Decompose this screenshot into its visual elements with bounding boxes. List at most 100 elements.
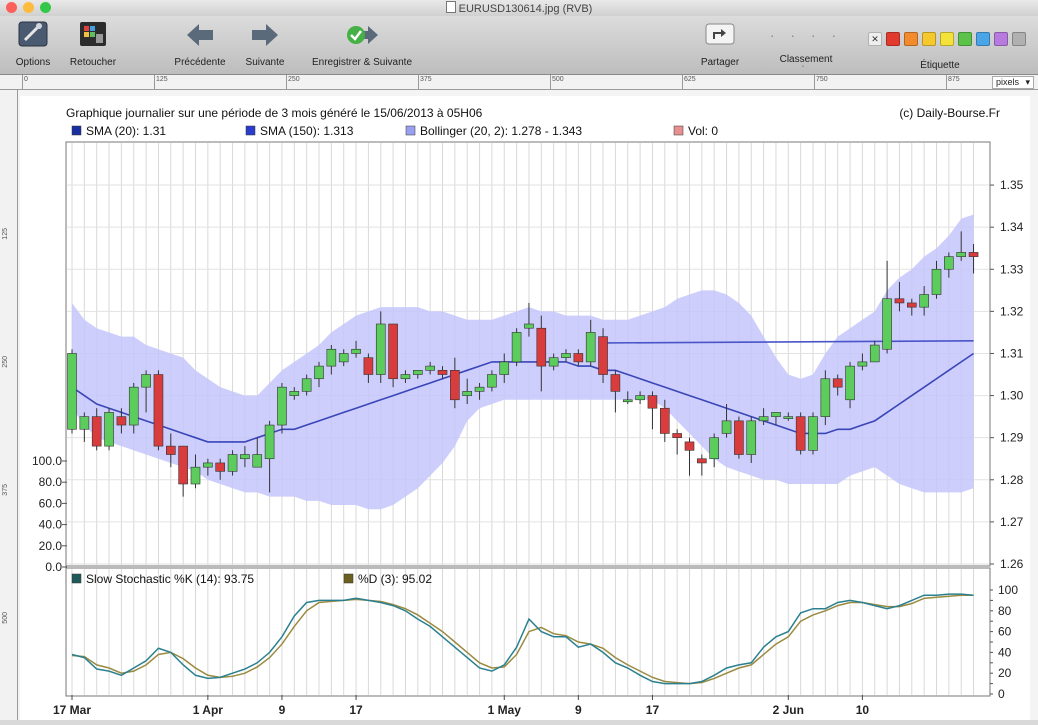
candle-up bbox=[585, 332, 596, 363]
oscillator-axis-label: 80 bbox=[998, 604, 1012, 618]
candle-down bbox=[610, 374, 621, 392]
oscillator-axis-label: 0 bbox=[998, 687, 1005, 701]
oscillator-axis-label: 60 bbox=[998, 625, 1012, 639]
ruler-tick-label: 0 bbox=[24, 76, 28, 83]
candle-down bbox=[684, 441, 695, 451]
candle-up bbox=[462, 391, 473, 396]
date-axis-label: 1 Apr bbox=[193, 703, 224, 717]
stock-chart: Graphique journalier sur une période de … bbox=[20, 96, 1030, 725]
legend-label: Vol: 0 bbox=[688, 124, 718, 138]
candle-up bbox=[326, 348, 337, 367]
date-axis-label: 2 Jun bbox=[773, 703, 804, 717]
ruler-tick bbox=[682, 75, 683, 89]
candle-up bbox=[240, 454, 250, 460]
next-button[interactable]: Suivante bbox=[236, 20, 294, 68]
date-axis-label: 10 bbox=[856, 703, 870, 717]
stoch-d-swatch bbox=[343, 573, 354, 584]
candle-up bbox=[141, 374, 151, 388]
retouch-icon bbox=[80, 22, 106, 46]
candle-up bbox=[301, 378, 312, 392]
clear-tag-icon[interactable]: ✕ bbox=[868, 32, 882, 46]
ruler-tick bbox=[22, 75, 23, 89]
chart-title: Graphique journalier sur une période de … bbox=[66, 106, 483, 120]
price-axis-label: 1.29 bbox=[1000, 431, 1024, 445]
candle-down bbox=[215, 462, 225, 472]
price-axis-label: 1.28 bbox=[1000, 473, 1024, 487]
candle-up bbox=[758, 416, 769, 422]
color-tag-1[interactable] bbox=[886, 32, 900, 46]
candle-down bbox=[647, 395, 658, 409]
price-axis-label: 1.35 bbox=[1000, 178, 1024, 192]
ruler-tick-label: 500 bbox=[552, 76, 564, 83]
candle-up bbox=[709, 437, 720, 460]
rating-control[interactable]: · · · · · Classement bbox=[760, 20, 852, 73]
candle-up bbox=[412, 370, 423, 375]
candle-down bbox=[437, 370, 448, 375]
window-title: EURUSD130614.jpg (RVB) bbox=[0, 1, 1038, 15]
arrow-right-icon bbox=[252, 24, 278, 46]
candle-up bbox=[499, 361, 510, 375]
image-canvas: Graphique journalier sur une période de … bbox=[18, 90, 1038, 725]
ruler-tick-label: 625 bbox=[684, 76, 696, 83]
candle-up bbox=[882, 298, 892, 350]
candle-up bbox=[252, 454, 263, 468]
candle-down bbox=[968, 252, 979, 257]
candle-up bbox=[808, 416, 818, 451]
date-axis-label: 17 bbox=[349, 703, 363, 717]
volume-axis-label: 80.0 bbox=[39, 475, 63, 489]
candle-up bbox=[771, 412, 781, 417]
legend-swatch bbox=[405, 125, 416, 136]
candle-up bbox=[622, 399, 633, 403]
price-axis-label: 1.30 bbox=[1000, 389, 1024, 403]
chevron-down-icon: ▾ bbox=[1025, 77, 1030, 87]
date-axis-label: 9 bbox=[279, 703, 286, 717]
color-tag-2[interactable] bbox=[904, 32, 918, 46]
ruler-tick-label: 750 bbox=[816, 76, 828, 83]
share-icon bbox=[705, 23, 735, 45]
color-tag-8[interactable] bbox=[1012, 32, 1026, 46]
ruler-tick bbox=[418, 75, 419, 89]
candle-down bbox=[906, 302, 917, 308]
candle-up bbox=[227, 454, 238, 472]
color-tag-4[interactable] bbox=[940, 32, 954, 46]
candle-up bbox=[919, 294, 929, 308]
candle-down bbox=[573, 353, 584, 363]
candle-up bbox=[203, 462, 213, 468]
previous-button[interactable]: Précédente bbox=[168, 20, 232, 68]
color-tag-7[interactable] bbox=[994, 32, 1008, 46]
price-axis-label: 1.33 bbox=[1000, 262, 1024, 276]
arrow-left-icon bbox=[187, 24, 213, 46]
candle-up bbox=[375, 323, 386, 375]
candle-up bbox=[79, 416, 90, 430]
tag-label: Étiquette bbox=[920, 60, 960, 71]
rating-dots: · · · · · bbox=[769, 27, 843, 73]
color-tag-3[interactable] bbox=[922, 32, 936, 46]
candle-down bbox=[795, 416, 806, 451]
candle-down bbox=[672, 433, 682, 438]
retouch-button[interactable]: Retoucher bbox=[64, 20, 122, 68]
file-icon bbox=[445, 1, 456, 13]
save-and-next-button[interactable]: Enregistrer & Suivante bbox=[298, 20, 426, 68]
share-button[interactable]: Partager bbox=[692, 20, 748, 68]
oscillator-axis-label: 20 bbox=[998, 666, 1012, 680]
candle-up bbox=[190, 466, 201, 485]
candle-down bbox=[153, 374, 164, 447]
options-button[interactable]: Options bbox=[8, 20, 58, 68]
legend-swatch bbox=[245, 125, 256, 136]
candle-up bbox=[338, 353, 349, 363]
stoch-k-swatch bbox=[71, 573, 82, 584]
candle-down bbox=[178, 445, 188, 485]
date-axis-label: 17 bbox=[646, 703, 660, 717]
vruler-tick-label: 125 bbox=[2, 228, 9, 240]
color-tag-5[interactable] bbox=[958, 32, 972, 46]
candle-up bbox=[67, 353, 77, 430]
unit-select[interactable]: pixels ▾ bbox=[991, 76, 1034, 89]
volume-axis-label: 60.0 bbox=[39, 496, 63, 510]
candle-up bbox=[425, 365, 435, 371]
color-tag-6[interactable] bbox=[976, 32, 990, 46]
candle-down bbox=[832, 378, 843, 388]
volume-axis-label: 20.0 bbox=[39, 539, 63, 553]
candle-up bbox=[511, 332, 522, 363]
candle-up bbox=[931, 268, 942, 295]
candle-up bbox=[721, 420, 732, 434]
